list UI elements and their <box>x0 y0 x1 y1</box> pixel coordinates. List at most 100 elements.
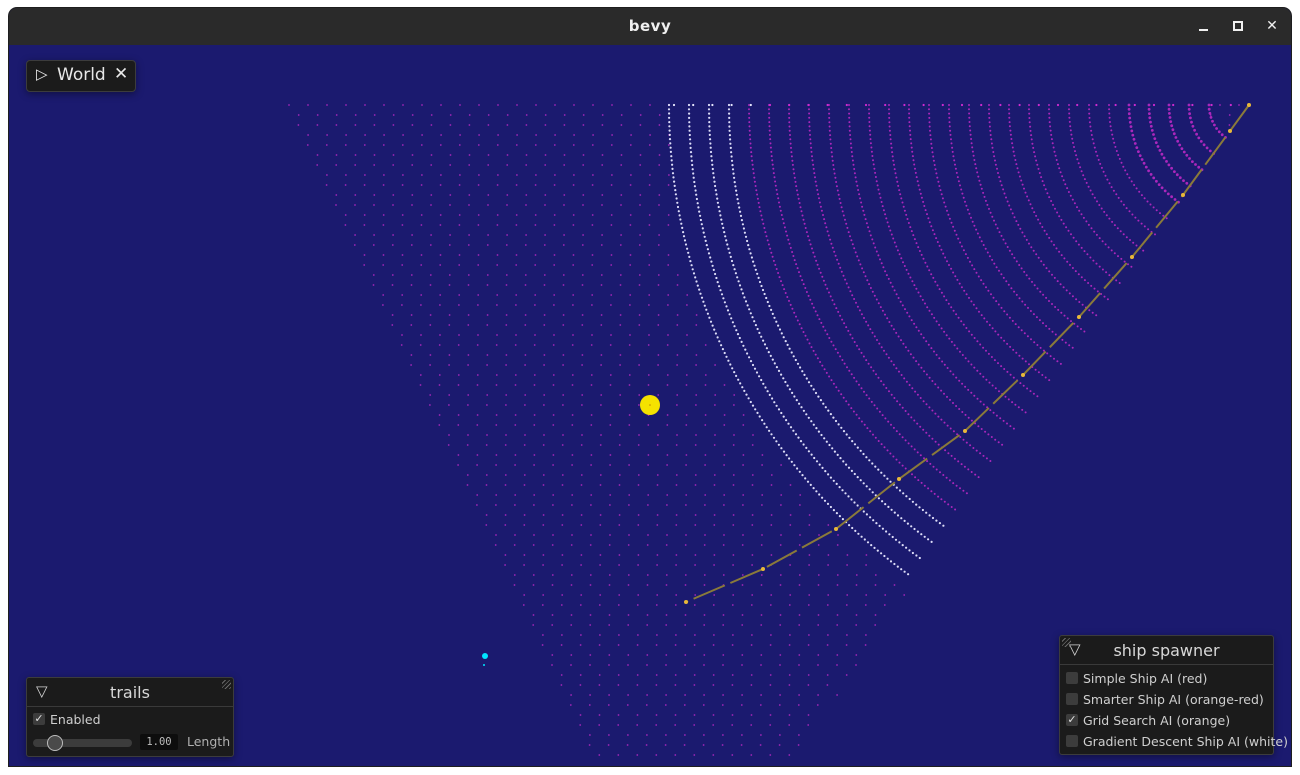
grid-dot <box>439 224 442 226</box>
minimize-icon[interactable] <box>1194 16 1214 36</box>
spawner-option-gradient-descent[interactable]: Gradient Descent Ship AI (white) <box>1060 731 1288 752</box>
arc-dot <box>820 321 823 324</box>
white-arc-dot <box>865 513 869 516</box>
arc-dot <box>972 303 975 306</box>
close-icon[interactable]: ✕ <box>1262 16 1282 36</box>
arc-dot <box>946 260 948 263</box>
grid-dot <box>648 214 651 216</box>
grid-dot <box>609 534 611 536</box>
arc-dot <box>879 258 881 261</box>
grid-dot <box>694 564 696 566</box>
spawner-header[interactable]: ▽ ship spawner <box>1060 636 1273 665</box>
option-label: Gradient Descent Ship AI (white) <box>1083 734 1288 749</box>
arc-dot <box>933 164 936 166</box>
grid-dot <box>382 254 385 256</box>
enabled-checkbox[interactable]: ✓ <box>33 713 45 725</box>
white-arc-dot <box>900 568 903 571</box>
arc-dot <box>963 289 966 292</box>
length-value[interactable]: 1.00 <box>140 734 178 750</box>
grid-dot <box>467 244 470 246</box>
maximize-icon[interactable] <box>1228 16 1248 36</box>
enabled-row[interactable]: ✓ Enabled <box>27 709 233 730</box>
arc-dot <box>952 402 954 404</box>
world-inspector-button[interactable]: ▷ World ✕ <box>26 60 136 92</box>
resize-grip-icon[interactable] <box>1062 638 1071 647</box>
title-bar[interactable]: bevy ✕ <box>9 8 1291 46</box>
arc-dot <box>892 237 895 240</box>
arc-dot <box>1108 274 1111 277</box>
arc-dot <box>952 309 955 312</box>
spawner-option-simple[interactable]: Simple Ship AI (red) <box>1060 668 1273 689</box>
length-slider-handle[interactable] <box>47 735 63 751</box>
arc-dot <box>856 344 858 347</box>
trails-header[interactable]: ▽ trails <box>27 678 233 707</box>
spawner-option-smarter[interactable]: Smarter Ship AI (orange-red) <box>1060 689 1273 710</box>
white-arc-dot <box>731 367 734 370</box>
option-checkbox[interactable] <box>1066 735 1078 747</box>
grid-dot <box>429 274 432 276</box>
white-arc-dot <box>754 268 757 271</box>
grid-dot <box>751 564 753 566</box>
close-icon[interactable]: ✕ <box>114 64 128 84</box>
arc-dot <box>828 129 831 132</box>
white-arc-dot <box>730 151 733 154</box>
arc-dot <box>892 455 895 458</box>
grid-dot <box>572 264 575 266</box>
white-arc-dot <box>740 288 743 291</box>
arc-dot <box>1090 227 1093 230</box>
arc-dot <box>1048 108 1050 111</box>
grid-dot <box>553 304 555 306</box>
grid-dot <box>599 474 602 476</box>
arc-dot <box>1107 246 1110 249</box>
grid-dot <box>588 744 591 746</box>
grid-dot <box>505 354 508 356</box>
arc-dot <box>849 235 851 238</box>
grid-dot <box>400 344 403 346</box>
grid-dot <box>874 574 877 576</box>
arc-dot <box>941 197 944 200</box>
grid-dot <box>468 234 470 236</box>
option-checkbox[interactable] <box>1066 693 1078 705</box>
grid-dot <box>855 574 858 576</box>
grid-dot <box>344 144 347 146</box>
arc-dot <box>871 238 874 241</box>
arc-dot <box>1053 276 1056 279</box>
game-viewport[interactable]: ▷ World ✕ ▽ trails ✓ Enabled 1.00 Length <box>9 45 1291 766</box>
grid-dot <box>297 114 300 116</box>
grid-dot <box>667 214 670 216</box>
arc-dot <box>1029 129 1032 132</box>
white-arc-dot <box>907 573 910 576</box>
arc-dot <box>982 375 985 378</box>
grid-dot <box>619 274 622 276</box>
white-arc-dot <box>829 505 833 509</box>
white-arc-dot <box>901 544 904 547</box>
arc-dot <box>912 234 915 237</box>
arc-dot <box>848 129 851 132</box>
arc-dot <box>778 201 780 204</box>
arc-dot <box>940 291 943 294</box>
white-arc-dot <box>788 388 792 391</box>
white-arc-dot <box>714 332 718 335</box>
grid-dot <box>655 684 658 686</box>
arc-dot <box>768 133 771 136</box>
resize-grip-icon[interactable] <box>222 680 231 689</box>
arc-dot <box>809 133 811 136</box>
arc-dot <box>775 188 778 191</box>
white-arc-dot <box>910 525 913 528</box>
arc-dot <box>903 377 906 380</box>
arc-dot <box>781 284 784 287</box>
grid-dot <box>572 304 574 306</box>
spawner-option-grid-search[interactable]: ✓ Grid Search AI (orange) <box>1060 710 1273 731</box>
arc-dot <box>773 176 776 179</box>
arc-dot <box>1045 233 1048 236</box>
grid-dot <box>751 524 754 526</box>
arc-dot <box>904 439 907 442</box>
grid-dot <box>808 554 811 556</box>
option-checkbox[interactable]: ✓ <box>1066 714 1078 726</box>
arc-dot <box>975 449 978 452</box>
grid-dot <box>665 734 667 736</box>
arc-dot <box>826 333 829 336</box>
grid-dot <box>513 544 516 546</box>
arc-dot <box>929 138 932 141</box>
option-checkbox[interactable] <box>1066 672 1078 684</box>
